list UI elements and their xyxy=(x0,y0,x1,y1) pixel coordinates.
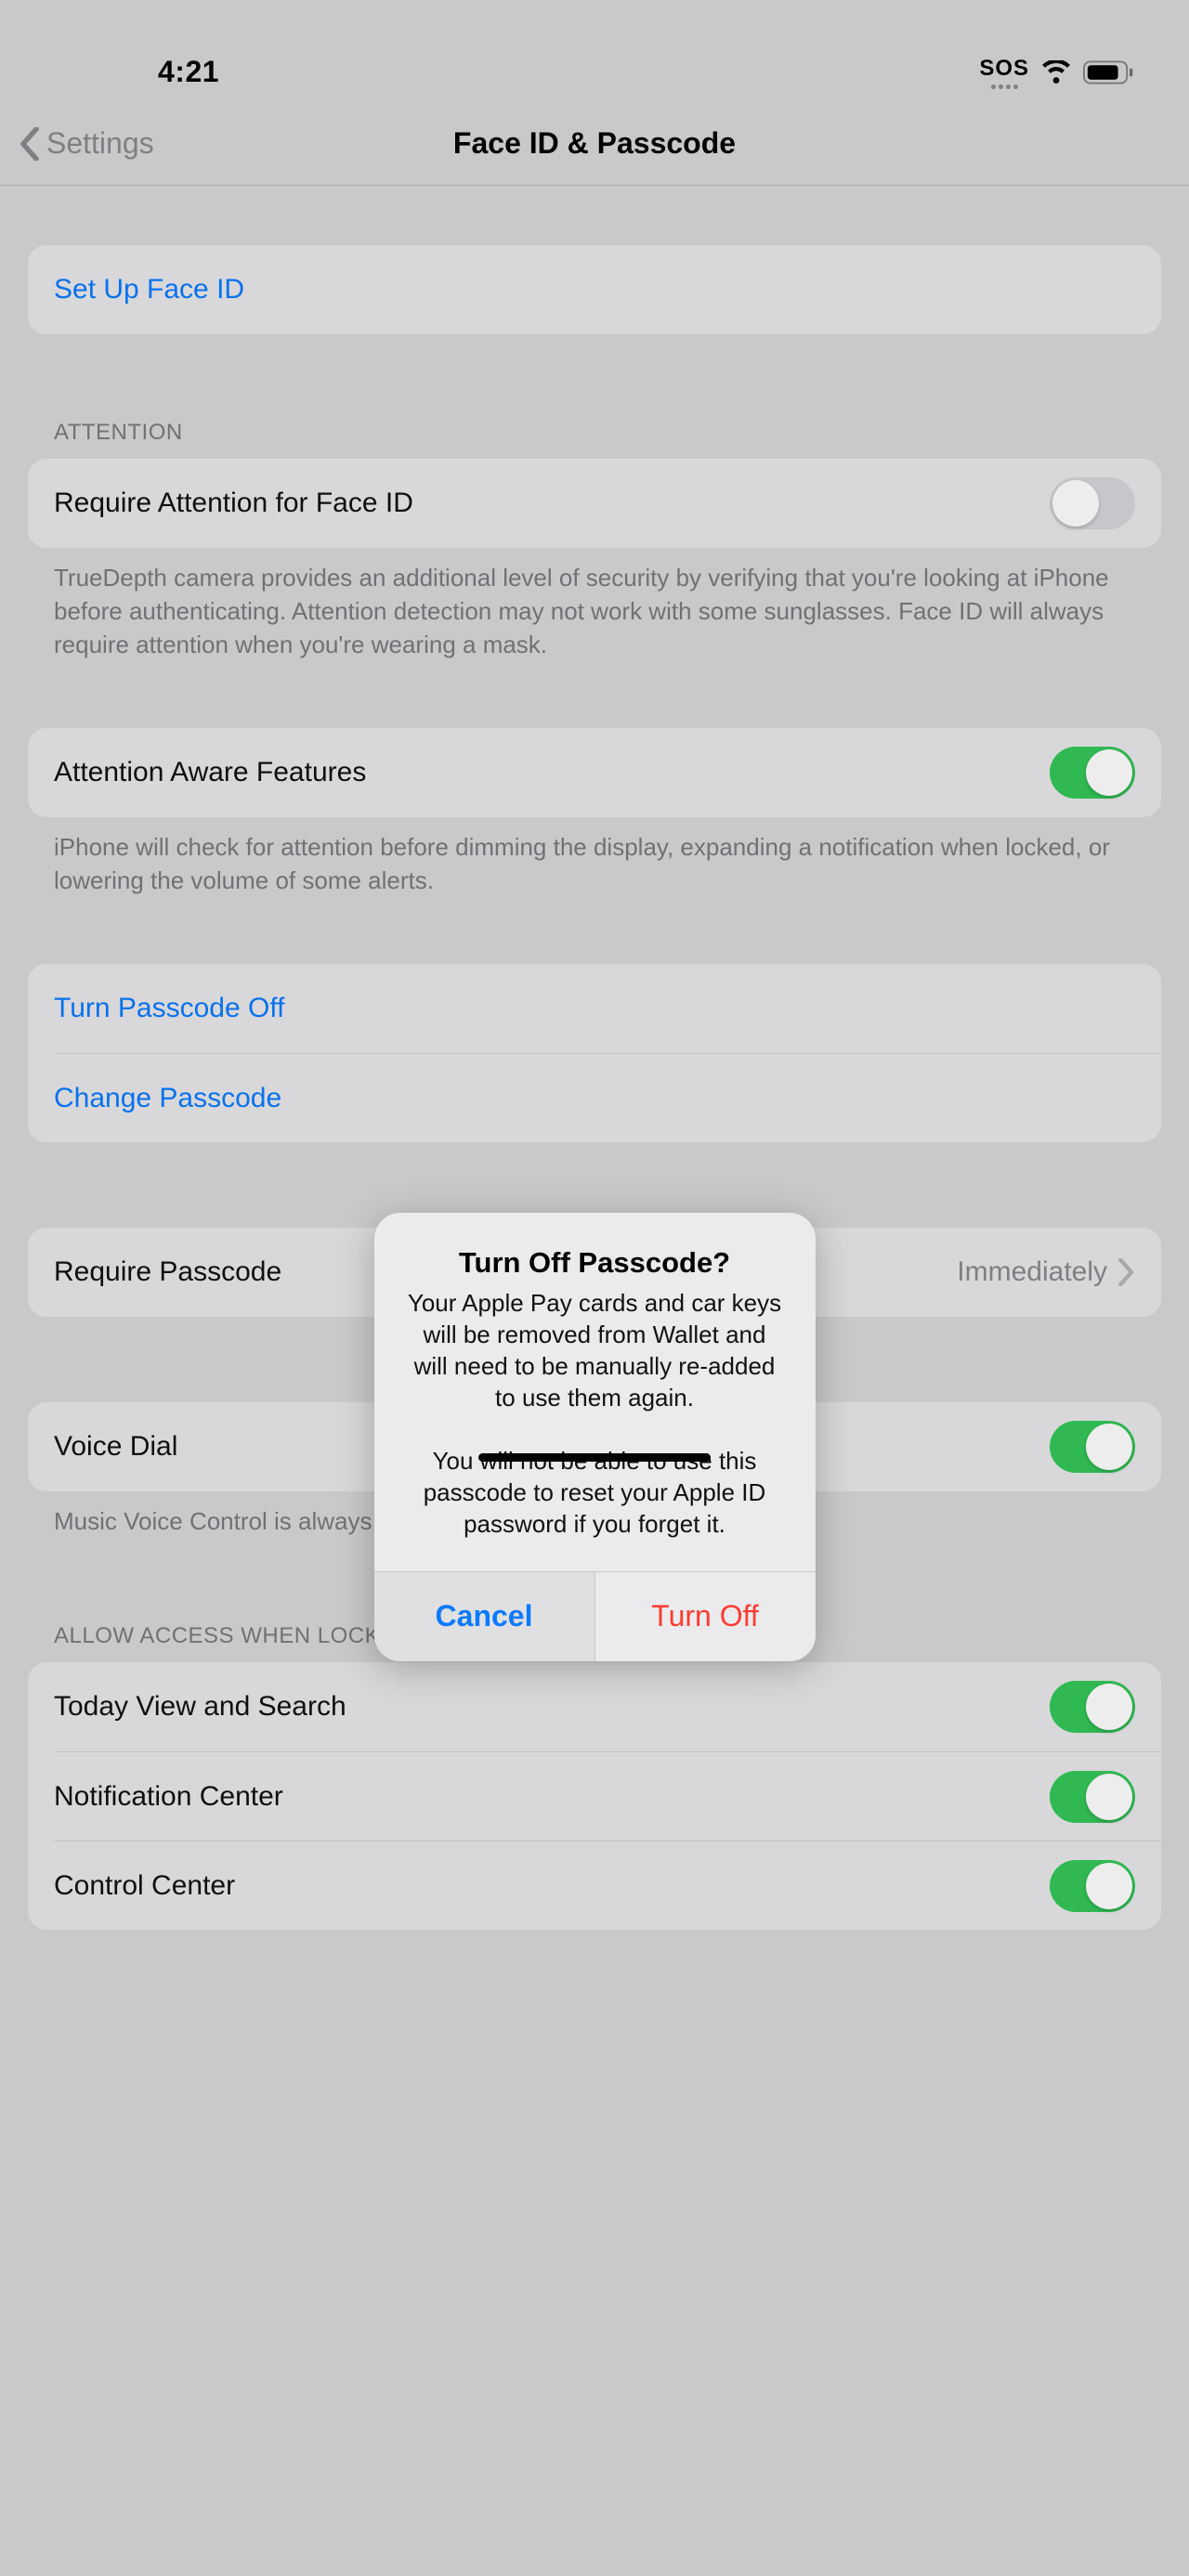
row-attention-aware[interactable]: Attention Aware Features xyxy=(28,728,1161,817)
group-locked-access: Today View and Search Notification Cente… xyxy=(28,1662,1161,1930)
battery-icon xyxy=(1083,60,1133,85)
group-attention-aware: Attention Aware Features xyxy=(28,728,1161,817)
row-set-up-faceid[interactable]: Set Up Face ID xyxy=(28,245,1161,334)
status-time: 4:21 xyxy=(158,55,219,89)
nav-bar: Settings Face ID & Passcode xyxy=(0,102,1189,186)
alert-title: Turn Off Passcode? xyxy=(406,1246,784,1280)
row-label: Change Passcode xyxy=(54,1083,281,1114)
row-label: Attention Aware Features xyxy=(54,757,366,788)
section-header-attention: ATTENTION xyxy=(28,420,1161,459)
toggle-notification-center[interactable] xyxy=(1050,1771,1135,1823)
back-button[interactable]: Settings xyxy=(19,126,154,161)
row-label: Turn Passcode Off xyxy=(54,993,284,1024)
alert-turn-off-passcode: Turn Off Passcode? Your Apple Pay cards … xyxy=(374,1213,816,1661)
toggle-attention-aware[interactable] xyxy=(1050,747,1135,799)
row-label: Require Attention for Face ID xyxy=(54,488,413,519)
row-today-view[interactable]: Today View and Search xyxy=(28,1662,1161,1751)
alert-confirm-button[interactable]: Turn Off xyxy=(594,1572,816,1661)
row-label: Set Up Face ID xyxy=(54,274,244,306)
row-change-passcode[interactable]: Change Passcode xyxy=(54,1053,1161,1142)
row-require-attention[interactable]: Require Attention for Face ID xyxy=(28,459,1161,548)
row-label: Voice Dial xyxy=(54,1431,177,1463)
section-footer-aware: iPhone will check for attention before d… xyxy=(28,817,1161,897)
home-indicator xyxy=(478,1453,711,1462)
row-label: Control Center xyxy=(54,1870,235,1902)
back-label: Settings xyxy=(46,126,154,161)
section-footer-attention: TrueDepth camera provides an additional … xyxy=(28,548,1161,661)
row-label: Today View and Search xyxy=(54,1691,346,1723)
row-control-center[interactable]: Control Center xyxy=(54,1841,1161,1930)
row-label: Require Passcode xyxy=(54,1256,281,1288)
group-setup-faceid: Set Up Face ID xyxy=(28,245,1161,334)
toggle-require-attention[interactable] xyxy=(1050,477,1135,529)
alert-message: Your Apple Pay cards and car keys will b… xyxy=(406,1287,784,1540)
group-attention: Require Attention for Face ID xyxy=(28,459,1161,548)
row-value: Immediately xyxy=(957,1256,1107,1288)
wifi-icon xyxy=(1040,60,1072,85)
row-notification-center[interactable]: Notification Center xyxy=(54,1751,1161,1841)
row-turn-passcode-off[interactable]: Turn Passcode Off xyxy=(28,964,1161,1053)
alert-cancel-button[interactable]: Cancel xyxy=(374,1572,594,1661)
chevron-right-icon xyxy=(1118,1258,1135,1286)
group-passcode-actions: Turn Passcode Off Change Passcode xyxy=(28,964,1161,1142)
toggle-voice-dial[interactable] xyxy=(1050,1421,1135,1473)
row-label: Notification Center xyxy=(54,1781,283,1813)
toggle-control-center[interactable] xyxy=(1050,1860,1135,1912)
toggle-today-view[interactable] xyxy=(1050,1681,1135,1733)
sos-indicator: SOS xyxy=(979,56,1029,89)
status-bar: 4:21 SOS xyxy=(0,0,1189,102)
page-title: Face ID & Passcode xyxy=(453,126,736,161)
